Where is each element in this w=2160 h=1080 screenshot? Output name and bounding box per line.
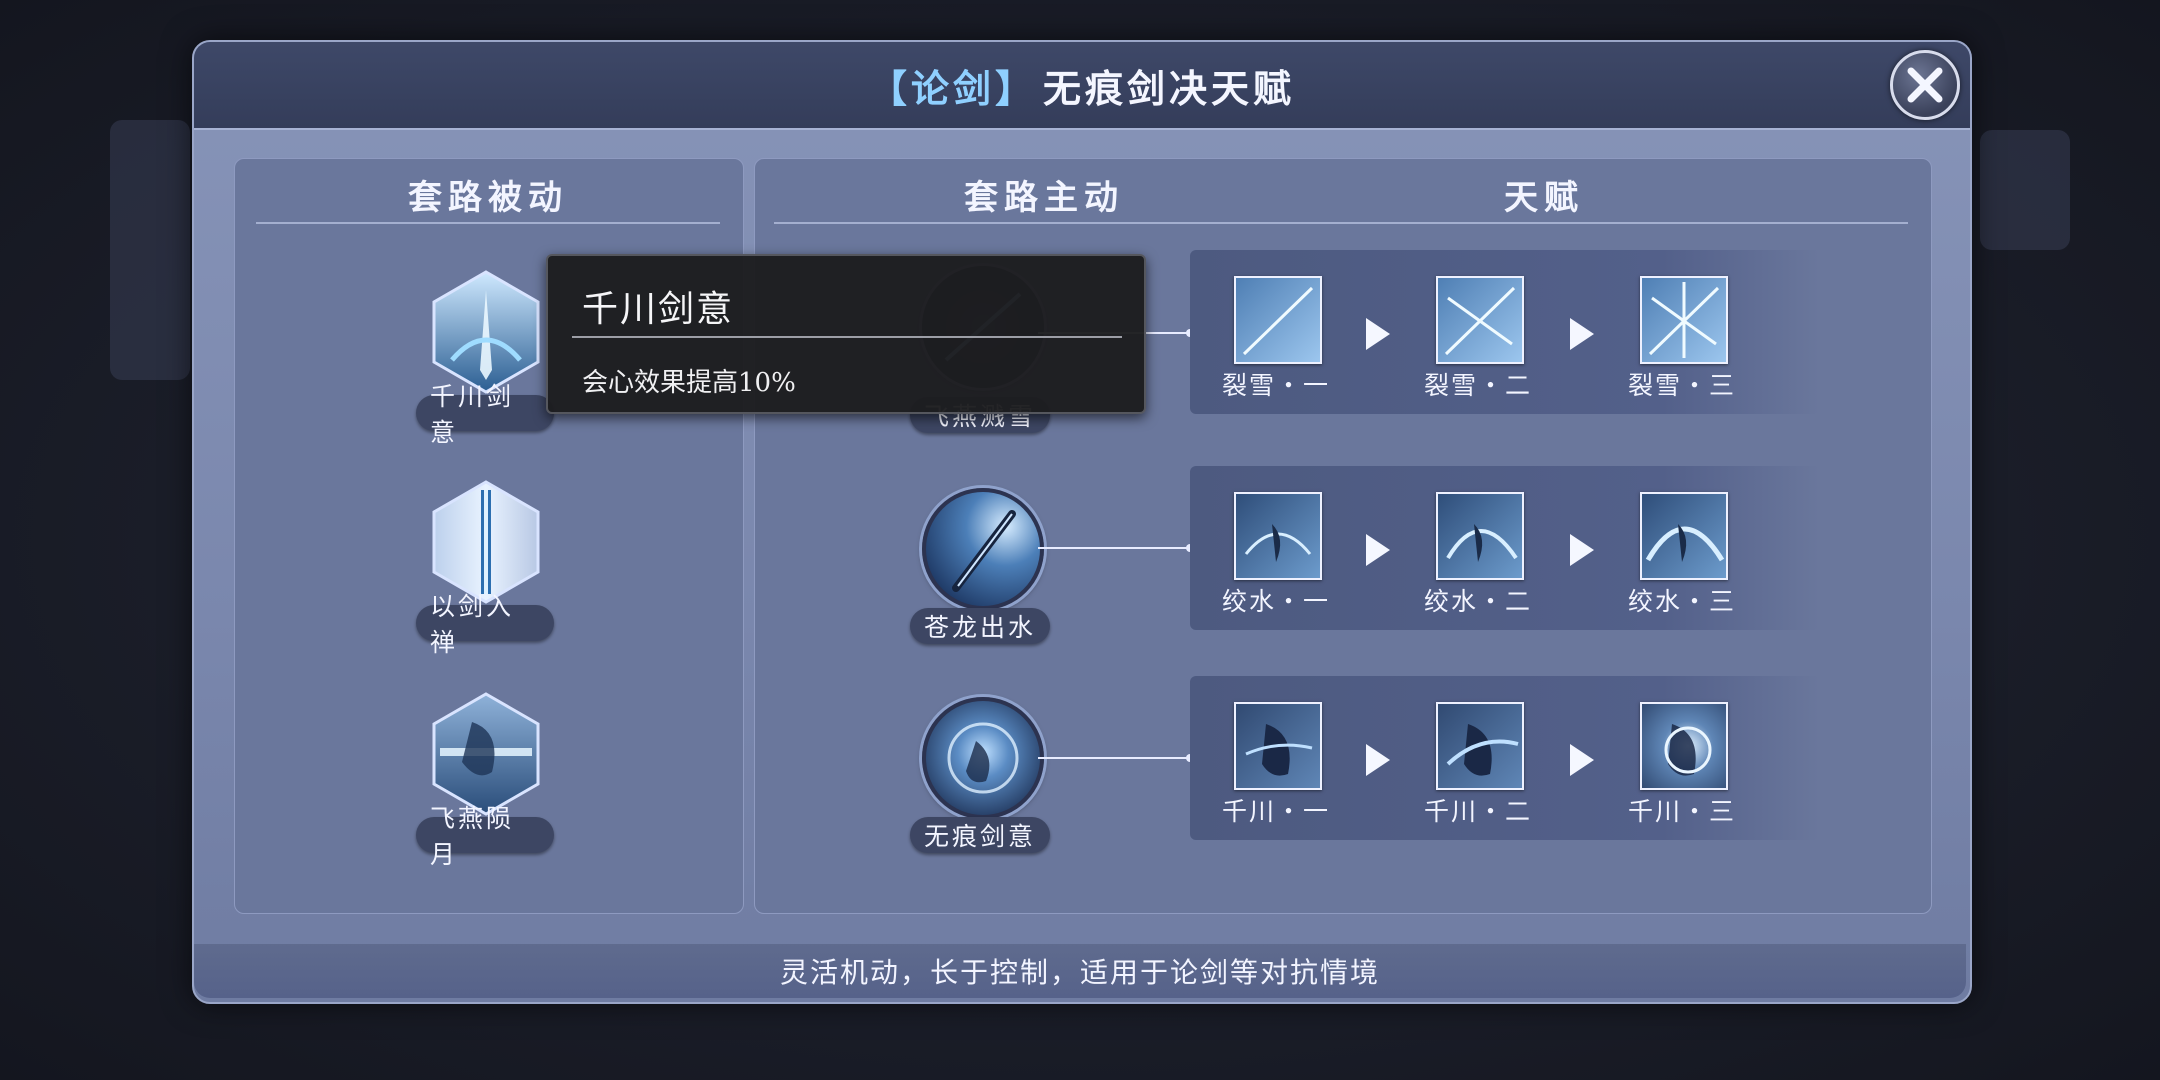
connector-2 [1038,757,1190,759]
talent-column-title: 天赋 [1504,178,1584,218]
talent-label-0-1: 裂雪・二 [1423,371,1532,400]
passive-name-2: 飞燕陨月 [416,804,554,869]
arrow-icon-0-1 [1570,318,1594,350]
passive-name-0: 千川剑意 [416,382,554,447]
talent-icon-0-2[interactable] [1640,276,1728,364]
background-blur-right [1980,130,2070,250]
talent-icon-0-0[interactable] [1234,276,1322,364]
passive-name-1: 以剑入禅 [416,592,554,657]
talent-label-2-2: 千川・三 [1627,797,1736,826]
swordsman-icon [1664,724,1712,776]
arrow-icon-1-1 [1570,534,1594,566]
talent-icon-2-1[interactable] [1436,702,1524,790]
active-column-title: 套路主动 [964,178,1124,218]
connector-1 [1038,547,1190,549]
water-twist-icon [1645,524,1725,562]
snow-slash-icon [1242,286,1314,356]
tooltip-title: 千川剑意 [582,289,735,330]
talent-icon-2-2[interactable] [1640,702,1728,790]
talent-label-1-1: 绞水・二 [1423,587,1532,616]
talent-label-0-2: 裂雪・三 [1627,371,1736,400]
dialog-header: 【论剑】 无痕剑决天赋 [194,42,1970,130]
talent-icon-1-2[interactable] [1640,492,1728,580]
arrow-icon-2-1 [1570,744,1594,776]
talent-icon-2-0[interactable] [1234,702,1322,790]
talent-icon-1-0[interactable] [1234,492,1322,580]
passive-icon-2[interactable] [432,692,540,816]
talent-label-0-0: 裂雪・一 [1221,371,1330,400]
dialog-footer: 灵活机动，长于控制，适用于论剑等对抗情境 [194,944,1966,998]
active-name-1: 苍龙出水 [910,608,1050,644]
active-icon-2[interactable] [922,697,1044,819]
dragon-sword-icon [952,510,1016,592]
water-twist-icon [1446,524,1518,562]
background-blur-left [110,120,190,380]
arrow-icon-1-0 [1366,534,1390,566]
passive-column-title: 套路被动 [408,178,568,218]
water-twist-icon [1244,524,1312,562]
passive-icon-1[interactable] [432,480,540,604]
dialog-title: 无痕剑决天赋 [1043,65,1296,111]
close-icon [1907,67,1943,103]
skill-tooltip: 千川剑意 会心效果提高10% [546,254,1146,414]
passive-icon-0[interactable] [432,270,540,394]
mode-tag: 【论剑】 [868,65,1037,111]
active-divider [774,222,1908,224]
swordsman-icon [1446,724,1519,776]
talent-label-1-0: 绞水・一 [1221,587,1330,616]
arrow-icon-2-0 [1366,744,1390,776]
snow-slash-icon [1648,282,1720,358]
arrow-icon-0-0 [1366,318,1390,350]
close-button[interactable] [1890,50,1960,120]
talent-icon-1-1[interactable] [1436,492,1524,580]
snow-slash-icon [1444,286,1516,356]
talent-label-1-2: 绞水・三 [1627,587,1736,616]
tooltip-divider [572,336,1122,338]
talent-icon-0-1[interactable] [1436,276,1524,364]
swordsman-orb-icon [947,722,1019,794]
active-icon-1[interactable] [922,488,1044,610]
footer-description: 灵活机动，长于控制，适用于论剑等对抗情境 [779,956,1380,989]
talent-label-2-0: 千川・一 [1221,797,1330,826]
active-name-2: 无痕剑意 [910,817,1050,853]
swordsman-icon [1245,724,1313,776]
passive-divider [256,222,720,224]
talent-label-2-1: 千川・二 [1423,797,1532,826]
tooltip-description: 会心效果提高10% [582,368,796,398]
